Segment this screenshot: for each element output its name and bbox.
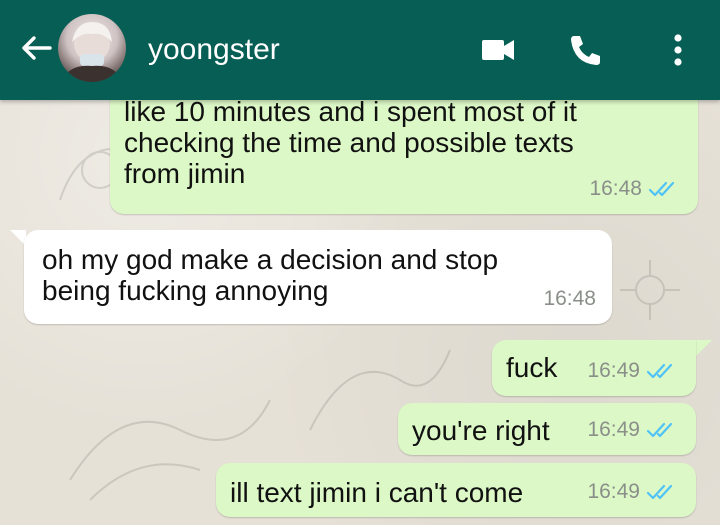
- message-time: 16:49: [587, 418, 640, 441]
- avatar-image: [62, 22, 122, 82]
- message-text: you're right: [412, 415, 550, 446]
- read-ticks-icon: [646, 422, 673, 437]
- message-bubble-incoming[interactable]: oh my god make a decision and stop being…: [24, 230, 612, 324]
- message-time: 16:49: [587, 480, 640, 503]
- message-time: 16:49: [587, 359, 640, 382]
- message-meta: 16:49: [587, 476, 680, 507]
- message-time: 16:48: [589, 177, 642, 200]
- read-ticks-icon: [646, 363, 673, 378]
- chat-header: yoongster: [0, 0, 720, 100]
- bubble-tail: [696, 340, 712, 356]
- message-meta: 16:49: [587, 355, 680, 386]
- message-bubble-outgoing[interactable]: like 10 minutes and i spent most of it c…: [110, 86, 698, 214]
- back-arrow-icon[interactable]: [14, 26, 58, 70]
- video-call-icon[interactable]: [476, 28, 520, 72]
- message-text: ill text jimin i can't come: [230, 477, 524, 508]
- contact-name[interactable]: yoongster: [148, 32, 280, 68]
- message-meta: 16:49: [587, 414, 680, 445]
- message-bubble-outgoing[interactable]: you're right 16:49: [398, 403, 696, 455]
- message-meta: 16:48: [589, 173, 682, 204]
- read-ticks-icon: [648, 181, 675, 196]
- wallpaper-doodle-icon: [620, 260, 680, 320]
- message-time: 16:48: [543, 287, 596, 310]
- message-text: oh my god make a decision and stop being…: [42, 244, 499, 306]
- message-meta: 16:48: [543, 283, 596, 314]
- message-bubble-outgoing[interactable]: ill text jimin i can't come 16:49: [216, 463, 696, 517]
- message-text: like 10 minutes and i spent most of it c…: [124, 96, 577, 189]
- read-ticks-icon: [646, 484, 673, 499]
- message-bubble-outgoing[interactable]: fuck 16:49: [492, 340, 696, 396]
- avatar[interactable]: [58, 14, 126, 82]
- voice-call-icon[interactable]: [564, 28, 608, 72]
- more-options-icon[interactable]: [656, 28, 700, 72]
- message-text: fuck: [506, 352, 558, 383]
